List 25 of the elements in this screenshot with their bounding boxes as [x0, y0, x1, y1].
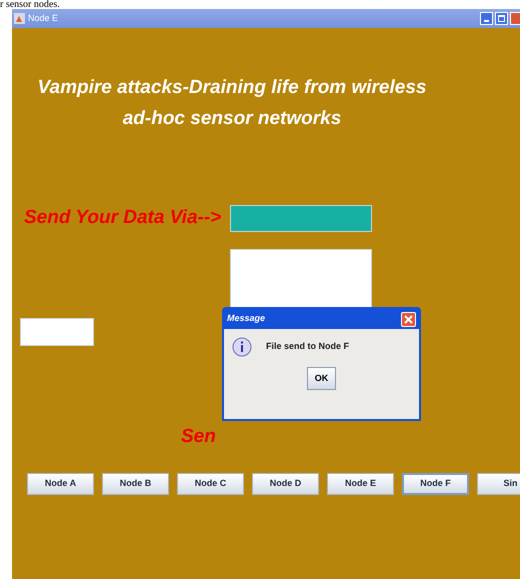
close-button[interactable]: [510, 12, 520, 25]
caption: r sensor nodes.: [0, 0, 61, 9]
route-field[interactable]: [230, 204, 372, 232]
ok-button[interactable]: OK: [307, 367, 336, 390]
heading-line: Vampire attacks-Draining life from wireless: [38, 76, 426, 100]
node-button[interactable]: Node E: [327, 472, 394, 494]
close-icon: [404, 314, 413, 324]
node-button[interactable]: Node B: [102, 472, 169, 494]
info-icon: [232, 337, 252, 357]
node-button[interactable]: Node C: [177, 472, 244, 494]
send-label: Send Your Data Via-->: [24, 206, 222, 230]
node-button[interactable]: Node F: [402, 472, 469, 494]
node-button[interactable]: Node D: [252, 472, 319, 494]
window-title: Node E: [28, 12, 58, 25]
heading-line: ad-hoc sensor networks: [122, 107, 342, 131]
close-button[interactable]: [401, 312, 416, 326]
minimize-button[interactable]: [480, 12, 493, 25]
input-field[interactable]: [20, 318, 94, 346]
send-label: Sen: [181, 426, 217, 448]
maximize-button[interactable]: [495, 12, 508, 25]
dialog-message: File send to Node F: [266, 340, 350, 354]
node-button[interactable]: Node A: [27, 472, 94, 494]
app-icon: [14, 13, 25, 24]
node-button[interactable]: Sin: [477, 472, 520, 494]
dialog-title: Message: [227, 312, 266, 326]
